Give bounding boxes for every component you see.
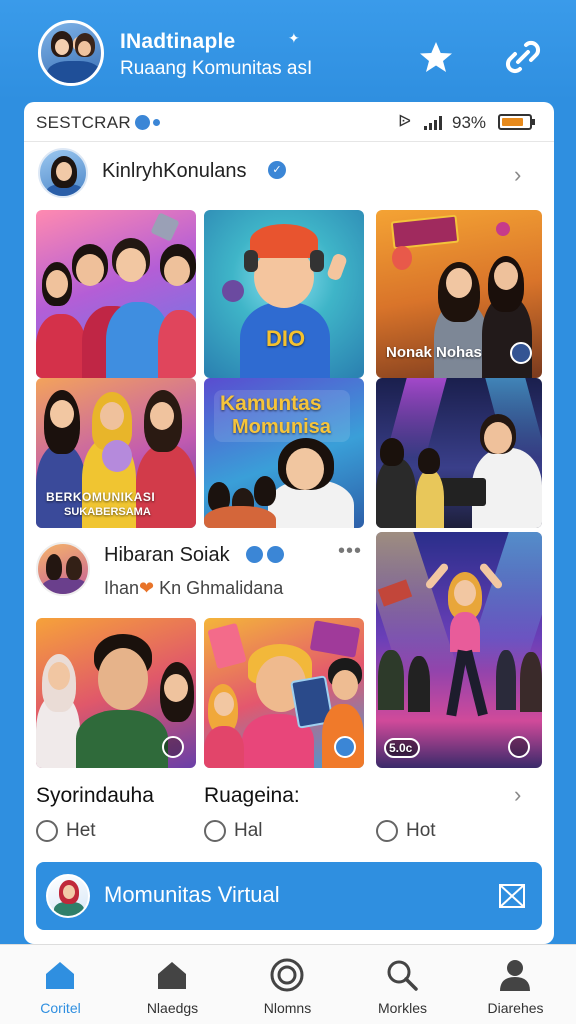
media-tile-community[interactable]: Kamuntas Momunisa (204, 378, 364, 528)
bottom-nav: Coritel Nlaedgs Nlomns Morkles Diarehes (0, 944, 576, 1024)
profile-row[interactable]: KinlryhKonulans ✓ › (24, 142, 554, 208)
heart-badge-icon[interactable] (510, 342, 532, 364)
app-title: INadtinaple (120, 30, 236, 53)
close-icon[interactable] (498, 882, 526, 910)
media-tile-cartoon-group[interactable] (204, 618, 364, 768)
search-icon (387, 960, 418, 991)
nav-item-search[interactable]: Morkles (345, 945, 460, 1024)
dot-icon (153, 119, 160, 126)
media-tile-party[interactable]: Nonak Nohas (376, 210, 542, 378)
media-tile-laughing[interactable] (36, 618, 196, 768)
post-subtitle-post: Kn Ghmalidana (159, 578, 284, 598)
media-tile-chatting[interactable]: BERKOMUNIKASI SUKABERSAMA (36, 378, 196, 528)
house-icon (158, 962, 186, 989)
heart-outline-icon (204, 820, 226, 842)
person-icon (500, 960, 530, 991)
heart-badge-icon[interactable] (162, 736, 184, 758)
battery-icon (498, 114, 535, 130)
tile-caption: Nonak Nohas (386, 344, 482, 361)
media-tile-concert[interactable] (376, 378, 542, 528)
verified-icon (267, 546, 284, 563)
heart-badge-icon[interactable] (334, 736, 356, 758)
post-caption-mid: Ruageina: (204, 784, 300, 807)
main-feed-card: SESTCRAR ᐉ 93% KinlryhKonulans ✓ › DIO N… (24, 102, 554, 944)
banner-avatar (46, 874, 90, 918)
profile-name: KinlryhKonulans (102, 160, 247, 182)
tile-kid-shirt-text: DIO (266, 326, 306, 351)
post-subtitle-pre: Ihan (104, 578, 140, 598)
tile-caption-line2: SUKABERSAMA (64, 506, 151, 518)
profile-avatar[interactable] (38, 148, 88, 198)
banner-label: Momunitas Virtual (104, 882, 280, 907)
nav-label: Morkles (377, 1000, 427, 1016)
verified-icon: ✓ (268, 161, 286, 179)
sparkle-icon: ✦ (288, 30, 300, 46)
app-subtitle: Ruaang Komunitas asI (120, 58, 313, 79)
tile-title-line1: Kamuntas (220, 392, 322, 415)
heart-outline-icon (376, 820, 398, 842)
verified-icon (135, 115, 150, 130)
status-label: SESTCRAR (36, 113, 131, 132)
like-label: Hot (406, 820, 436, 842)
nav-label: Nlaedgs (146, 1000, 199, 1016)
post-subtitle: Ihan❤ Kn Ghmalidana (104, 578, 283, 599)
like-button-mid[interactable]: Hal (204, 820, 263, 842)
like-label: Het (66, 820, 96, 842)
nav-item-home[interactable]: Coritel (3, 945, 118, 1024)
media-tile-dance[interactable]: 5.0c (376, 532, 542, 768)
verified-icon (246, 546, 263, 563)
like-label: Hal (234, 820, 263, 842)
tile-caption-line1: BERKOMUNIKASI (46, 490, 156, 504)
circle-icon (270, 958, 304, 992)
post-avatar[interactable] (36, 542, 90, 596)
nav-label: Nlomns (263, 1000, 312, 1016)
app-header: INadtinaple ✦ Ruaang Komunitas asI (0, 0, 576, 100)
like-button-right[interactable]: Hot (376, 820, 436, 842)
chevron-right-icon[interactable]: › (514, 782, 521, 808)
heart-badge-icon[interactable] (508, 736, 530, 758)
community-banner[interactable]: Momunitas Virtual (36, 862, 542, 930)
post-header[interactable]: Hibaran Soiak ••• Ihan❤ Kn Ghmalidana (24, 534, 364, 614)
heart-outline-icon (36, 820, 58, 842)
nav-item-messages[interactable]: Nlaedgs (115, 945, 230, 1024)
post-caption-left: Syorindauha (36, 784, 154, 807)
more-options-icon[interactable]: ••• (338, 540, 362, 563)
post-title: Hibaran Soiak (104, 544, 230, 566)
tile-badge-text: 5.0c (389, 741, 413, 755)
star-icon[interactable] (416, 38, 456, 78)
media-tile-cartoon-kid[interactable]: DIO (204, 210, 364, 378)
nav-label: Coritel (40, 1000, 81, 1016)
battery-percent: 93% (452, 113, 487, 132)
home-icon (46, 962, 74, 989)
bluetooth-icon: ᐉ (398, 112, 412, 131)
nav-item-moments[interactable]: Nlomns (230, 945, 345, 1024)
media-tile-friends[interactable] (36, 210, 196, 378)
nav-label: Diarehes (487, 1000, 544, 1016)
like-button-left[interactable]: Het (36, 820, 96, 842)
chevron-right-icon[interactable]: › (514, 162, 521, 188)
heart-icon: ❤ (139, 578, 155, 598)
link-icon[interactable] (502, 36, 544, 78)
group-avatar[interactable] (38, 20, 104, 86)
tile-title-line2: Momunisa (232, 416, 331, 438)
signal-icon (424, 116, 444, 130)
status-bar: SESTCRAR ᐉ 93% (24, 102, 554, 142)
nav-item-profile[interactable]: Diarehes (458, 945, 573, 1024)
